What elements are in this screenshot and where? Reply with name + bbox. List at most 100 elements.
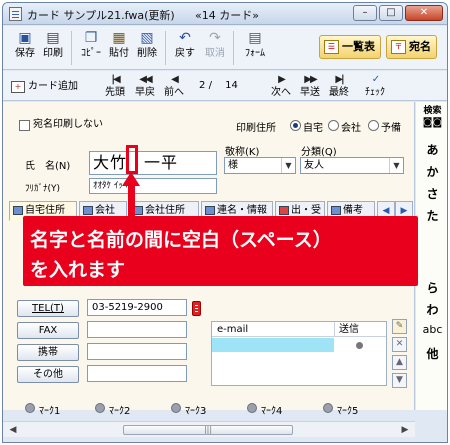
edit-email-button[interactable]: ✎ xyxy=(392,319,407,334)
email-row-selected[interactable] xyxy=(212,338,334,352)
maximize-button[interactable]: □ xyxy=(379,5,403,21)
mark-row: ﾏｰｸ1 ﾏｰｸ2 ﾏｰｸ3 ﾏｰｸ4 ﾏｰｸ5 xyxy=(3,398,415,420)
paste-icon: ▦ xyxy=(112,30,126,46)
title-bar: カード サンプル21.fwa(更新) «14 カード» – □ ✕ xyxy=(3,3,447,25)
tel-input[interactable]: 03-5219-2900 xyxy=(87,299,187,316)
check-button[interactable]: ✓ ﾁｪｯｸ xyxy=(361,73,389,99)
no-print-checkbox[interactable]: 宛名印刷しない xyxy=(19,119,103,131)
index-ta[interactable]: た xyxy=(416,207,447,224)
address-option-home[interactable]: 自宅 xyxy=(290,119,323,134)
tel-button[interactable]: TEL(T) xyxy=(17,300,79,317)
name-input[interactable]: 大竹 一平 xyxy=(89,151,217,175)
mark-1-toggle[interactable]: ﾏｰｸ1 xyxy=(25,402,60,417)
mark-5-toggle[interactable]: ﾏｰｸ5 xyxy=(323,402,358,417)
category-label: 分類(Q) xyxy=(301,147,337,158)
mail-icon xyxy=(279,206,289,215)
prev-button[interactable]: ◀ 前へ xyxy=(160,73,188,99)
mark-3-toggle[interactable]: ﾏｰｸ3 xyxy=(171,402,206,417)
annotation-arrow-stem xyxy=(128,184,135,218)
prev-icon: ◀ xyxy=(171,74,179,85)
delete-button[interactable]: ▧ 削除 xyxy=(133,29,161,61)
house-icon xyxy=(13,206,23,215)
postcard-icon: 〒 xyxy=(391,40,406,54)
annotation-callout: 名字と名前の間に空白（スペース） を入れます xyxy=(23,216,418,286)
page-indicator: 2 / 14 xyxy=(199,80,238,91)
scroll-thumb[interactable]: ||| xyxy=(123,425,293,435)
horizontal-scrollbar[interactable]: ◀ ||| ▶ xyxy=(3,421,415,437)
last-icon: ▶| xyxy=(335,74,344,85)
index-a[interactable]: あ xyxy=(416,141,447,158)
card-app-icon xyxy=(9,7,22,21)
building-icon xyxy=(83,206,93,215)
first-icon: |◀ xyxy=(111,74,120,85)
other-button[interactable]: その他 xyxy=(17,366,79,383)
index-ka[interactable]: か xyxy=(416,163,447,180)
minimize-button[interactable]: – xyxy=(353,5,377,21)
mark-4-toggle[interactable]: ﾏｰｸ4 xyxy=(247,402,282,417)
add-card-icon: + xyxy=(11,81,25,93)
phone-dial-icon[interactable] xyxy=(192,301,201,316)
mobile-input[interactable] xyxy=(87,343,187,360)
address-option-company[interactable]: 会社 xyxy=(328,119,361,134)
move-down-button[interactable]: ▼ xyxy=(392,373,407,388)
honorific-label: 敬称(K) xyxy=(225,147,260,158)
email-side-buttons: ✎ ✕ ▲ ▼ xyxy=(392,319,409,391)
index-wa[interactable]: わ xyxy=(416,301,447,318)
index-other[interactable]: 他 xyxy=(416,345,447,362)
email-column-header: e-mail xyxy=(217,324,249,335)
fax-button[interactable]: FAX xyxy=(17,322,79,339)
index-ra[interactable]: ら xyxy=(416,279,447,296)
other-input[interactable] xyxy=(87,365,187,382)
close-button[interactable]: ✕ xyxy=(405,5,443,21)
index-abc[interactable]: abc xyxy=(416,323,447,336)
space-highlight-box xyxy=(126,145,138,174)
furigana-label: ﾌﾘｶﾞﾅ(Y) xyxy=(25,184,61,194)
move-up-button[interactable]: ▲ xyxy=(392,355,407,370)
search-button[interactable]: 検索 ◙◙ xyxy=(416,106,447,128)
mark-2-toggle[interactable]: ﾏｰｸ2 xyxy=(95,402,130,417)
honorific-select[interactable]: 様 ▼ xyxy=(224,157,296,174)
address-option-spare[interactable]: 予備 xyxy=(368,119,401,134)
category-select[interactable]: 友人 ▼ xyxy=(300,157,404,174)
furigana-input[interactable]: ｵｵﾀｹ ｲｯﾍﾟｲ xyxy=(89,178,217,194)
cancel-button[interactable]: ↷ 取消 xyxy=(201,29,229,61)
fast-back-icon: ◀◀ xyxy=(139,74,152,85)
print-icon: ▤ xyxy=(46,30,60,46)
next-icon: ▶ xyxy=(278,74,286,85)
scroll-right-arrow[interactable]: ▶ xyxy=(398,424,412,436)
chevron-down-icon: ▼ xyxy=(281,158,295,173)
email-table: e-mail 送信 xyxy=(211,321,387,386)
form-button[interactable]: ▤ ﾌｫｰﾑ xyxy=(241,29,269,61)
send-radio[interactable] xyxy=(356,342,363,349)
binoculars-icon: ◙◙ xyxy=(422,117,443,128)
window-controls: – □ ✕ xyxy=(353,5,443,21)
add-card-button[interactable]: + カード追加 xyxy=(9,76,79,96)
scroll-left-arrow[interactable]: ◀ xyxy=(6,424,20,436)
main-toolbar: ▣ 保存 ▤ 印刷 ❐ ｺﾋﾟｰ ▦ 貼付 ▧ 削除 ↶ 戻す ↷ 取消 ▤ ﾌ… xyxy=(3,26,447,70)
people-icon xyxy=(205,206,215,215)
list-view-button[interactable]: ☰ 一覧表 xyxy=(319,35,381,59)
kana-index-sidebar: 検索 ◙◙ あ か さ た ら わ abc 他 xyxy=(416,102,447,410)
callout-line-1: 名字と名前の間に空白（スペース） xyxy=(30,229,332,251)
name-label: 氏 名(N) xyxy=(25,161,71,172)
mobile-button[interactable]: 携帯 xyxy=(17,344,79,361)
last-button[interactable]: ▶| 最終 xyxy=(325,73,353,99)
fast-forward-icon: ▶▶ xyxy=(304,74,317,85)
save-icon: ▣ xyxy=(18,30,32,46)
next-button[interactable]: ▶ 次へ xyxy=(267,73,295,99)
delete-email-button[interactable]: ✕ xyxy=(392,337,407,352)
first-button[interactable]: |◀ 先頭 xyxy=(101,73,129,99)
copy-icon: ❐ xyxy=(84,30,98,46)
fax-input[interactable] xyxy=(87,321,187,338)
form-icon: ▤ xyxy=(248,30,262,46)
undo-icon: ↶ xyxy=(179,30,191,46)
redo-icon: ↷ xyxy=(209,30,221,46)
index-sa[interactable]: さ xyxy=(416,185,447,202)
fast-forward-button[interactable]: ▶▶ 早送 xyxy=(296,73,324,99)
address-view-button[interactable]: 〒 宛名 xyxy=(386,35,437,59)
window-title: カード サンプル21.fwa(更新) xyxy=(27,9,175,22)
checkmark-icon: ✓ xyxy=(371,74,380,85)
fast-back-button[interactable]: ◀◀ 早戻 xyxy=(131,73,159,99)
print-button[interactable]: ▤ 印刷 xyxy=(39,29,67,61)
list-icon: ☰ xyxy=(324,40,339,54)
